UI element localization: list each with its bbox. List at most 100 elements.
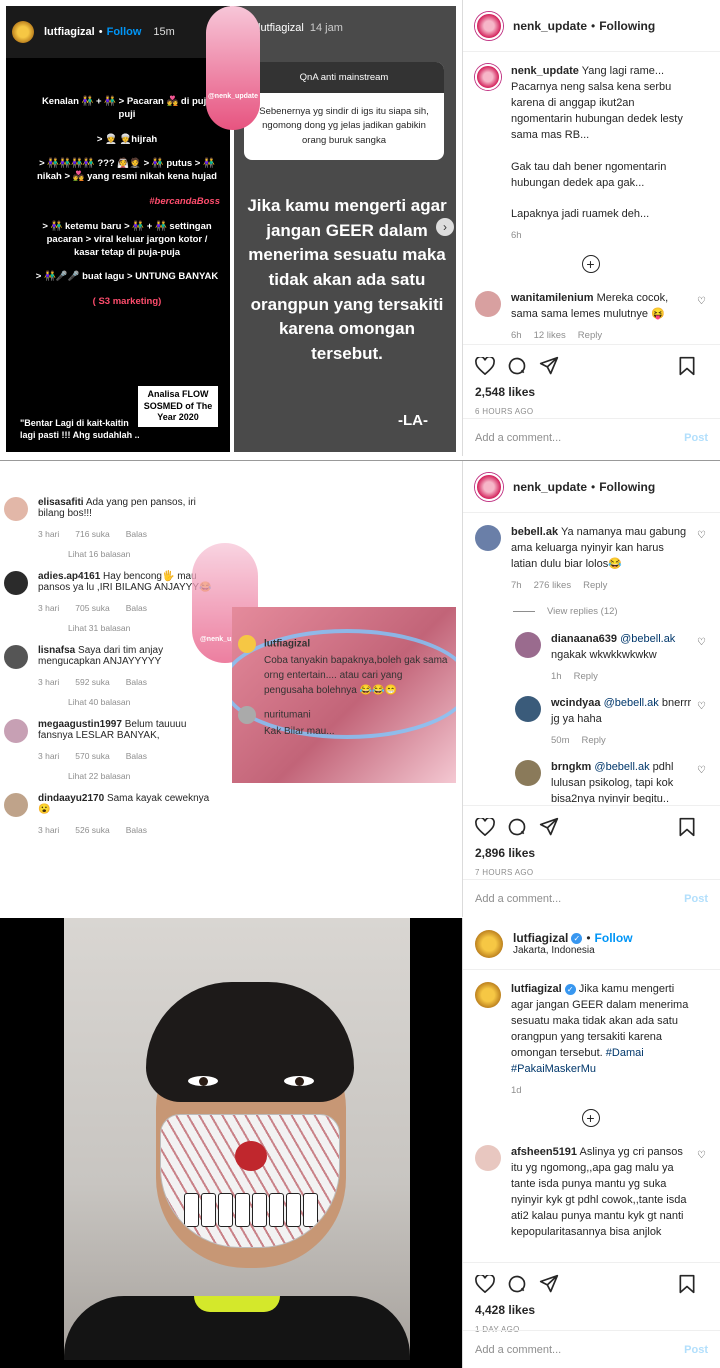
- post-button[interactable]: Post: [684, 893, 708, 905]
- comment-username[interactable]: elisasafiti: [38, 497, 84, 508]
- comment-username[interactable]: lisnafsa: [38, 645, 75, 656]
- mention-link[interactable]: @bebell.ak: [594, 761, 649, 773]
- heart-icon[interactable]: ♡: [697, 764, 706, 779]
- avatar[interactable]: [475, 472, 503, 501]
- avatar[interactable]: [515, 759, 541, 786]
- avatar[interactable]: [4, 571, 28, 595]
- heart-icon[interactable]: ♡: [697, 636, 706, 651]
- share-icon[interactable]: [539, 817, 559, 837]
- reply-button[interactable]: Balas: [126, 751, 147, 761]
- reply-button[interactable]: Balas: [126, 529, 147, 539]
- post-button[interactable]: Post: [684, 1344, 708, 1356]
- comment-username[interactable]: bebell.ak: [511, 526, 558, 538]
- avatar[interactable]: [4, 645, 28, 669]
- following-button[interactable]: Following: [599, 19, 655, 33]
- avatar[interactable]: [515, 695, 541, 722]
- heart-icon[interactable]: ♡: [697, 1149, 706, 1164]
- view-replies-link[interactable]: View replies (12): [513, 605, 706, 619]
- comment-screenshot-media: elisasafiti Ada yang pen pansos, iri bil…: [0, 461, 462, 917]
- heart-icon[interactable]: [475, 1275, 495, 1293]
- story-bottom-text: "Bentar Lagi di kait-kaitin lagi pasti !…: [20, 418, 140, 440]
- avatar[interactable]: [475, 929, 503, 958]
- view-replies-link[interactable]: Lihat 22 balasan: [68, 771, 230, 781]
- bookmark-icon[interactable]: [678, 356, 696, 376]
- heart-icon[interactable]: [475, 818, 495, 836]
- reply-button[interactable]: Reply: [578, 330, 602, 340]
- story-header: lutfiagizal 14 jam: [258, 22, 343, 34]
- follow-button[interactable]: Follow: [595, 931, 633, 945]
- analisa-badge: Analisa FLOW SOSMED of The Year 2020: [138, 386, 218, 428]
- comment-username[interactable]: adies.ap4161: [38, 571, 100, 582]
- heart-icon[interactable]: ♡: [697, 700, 706, 715]
- comment-username[interactable]: wcindyaa: [551, 697, 601, 709]
- caption-username[interactable]: lutfiagizal: [511, 983, 562, 995]
- comment-likes[interactable]: 705 suka: [75, 603, 110, 613]
- avatar[interactable]: [515, 632, 541, 659]
- avatar[interactable]: [475, 64, 501, 90]
- comment-username[interactable]: afsheen5191: [511, 1146, 577, 1158]
- avatar[interactable]: [475, 11, 503, 40]
- reply-button[interactable]: Reply: [574, 671, 598, 682]
- add-comment-input[interactable]: Add a comment...: [475, 1344, 561, 1356]
- share-icon[interactable]: [539, 356, 559, 376]
- comment-likes[interactable]: 570 suka: [75, 751, 110, 761]
- add-comment-input[interactable]: Add a comment...: [475, 893, 561, 905]
- caption-username[interactable]: nenk_update: [511, 65, 579, 77]
- avatar[interactable]: [475, 982, 501, 1008]
- avatar[interactable]: [475, 525, 501, 551]
- comment-text: Aslinya yg cri pansos itu yg ngomong,,ap…: [511, 1146, 687, 1239]
- comment-icon[interactable]: [507, 1274, 527, 1294]
- likes-count[interactable]: 4,428 likes: [475, 1303, 708, 1317]
- comment-username[interactable]: dindaayu2170: [38, 793, 104, 804]
- avatar[interactable]: [4, 719, 28, 743]
- comment-username[interactable]: wanitamilenium: [511, 292, 594, 304]
- comment-username[interactable]: megaagustin1997: [38, 719, 122, 730]
- add-comment-input[interactable]: Add a comment...: [475, 432, 561, 444]
- comment-likes[interactable]: 592 suka: [75, 677, 110, 687]
- reply-button[interactable]: Balas: [126, 677, 147, 687]
- reply-button[interactable]: Reply: [581, 735, 605, 746]
- heart-icon[interactable]: [475, 357, 495, 375]
- bookmark-icon[interactable]: [678, 817, 696, 837]
- reply-button[interactable]: Reply: [583, 580, 607, 591]
- story-line: > 👫🎤🎤 buat lagu > UNTUNG BANYAK: [35, 271, 219, 283]
- avatar[interactable]: [4, 497, 28, 521]
- story-username[interactable]: lutfiagizal: [258, 22, 304, 34]
- comment-icon[interactable]: [507, 356, 527, 376]
- comment-likes[interactable]: 12 likes: [534, 330, 566, 340]
- view-replies-link[interactable]: Lihat 40 balasan: [68, 697, 230, 707]
- follow-button[interactable]: Follow: [107, 26, 142, 38]
- header-username[interactable]: lutfiagizal: [513, 931, 568, 945]
- comment-likes[interactable]: 716 suka: [75, 529, 110, 539]
- mention-link[interactable]: @bebell.ak: [604, 697, 659, 709]
- comment-likes[interactable]: 526 suka: [75, 825, 110, 835]
- likes-count[interactable]: 2,896 likes: [475, 846, 708, 860]
- next-arrow-icon[interactable]: ›: [436, 218, 454, 236]
- post-button[interactable]: Post: [684, 432, 708, 444]
- header-username[interactable]: nenk_update: [513, 480, 587, 494]
- comment-username[interactable]: dianaana639: [551, 633, 617, 645]
- avatar[interactable]: [475, 1145, 501, 1172]
- screenshot-text: Kak Bilar mau...: [264, 726, 335, 737]
- avatar[interactable]: [12, 21, 34, 43]
- heart-icon[interactable]: ♡: [697, 529, 706, 544]
- bookmark-icon[interactable]: [678, 1274, 696, 1294]
- story-username[interactable]: lutfiagizal: [44, 26, 95, 38]
- post-header: nenk_update • Following: [463, 461, 720, 513]
- share-icon[interactable]: [539, 1274, 559, 1294]
- load-more-button[interactable]: +: [475, 1109, 706, 1128]
- reply-button[interactable]: Balas: [126, 603, 147, 613]
- mention-link[interactable]: @bebell.ak: [620, 633, 675, 645]
- location-link[interactable]: Jakarta, Indonesia: [513, 945, 633, 956]
- header-username[interactable]: nenk_update: [513, 19, 587, 33]
- likes-count[interactable]: 2,548 likes: [475, 385, 708, 399]
- following-button[interactable]: Following: [599, 480, 655, 494]
- avatar[interactable]: [4, 793, 28, 817]
- heart-icon[interactable]: ♡: [697, 295, 706, 310]
- reply-button[interactable]: Balas: [126, 825, 147, 835]
- load-more-button[interactable]: +: [475, 255, 706, 274]
- avatar[interactable]: [475, 291, 501, 318]
- comment-username[interactable]: brngkm: [551, 761, 591, 773]
- comment-likes[interactable]: 276 likes: [534, 580, 572, 591]
- comment-icon[interactable]: [507, 817, 527, 837]
